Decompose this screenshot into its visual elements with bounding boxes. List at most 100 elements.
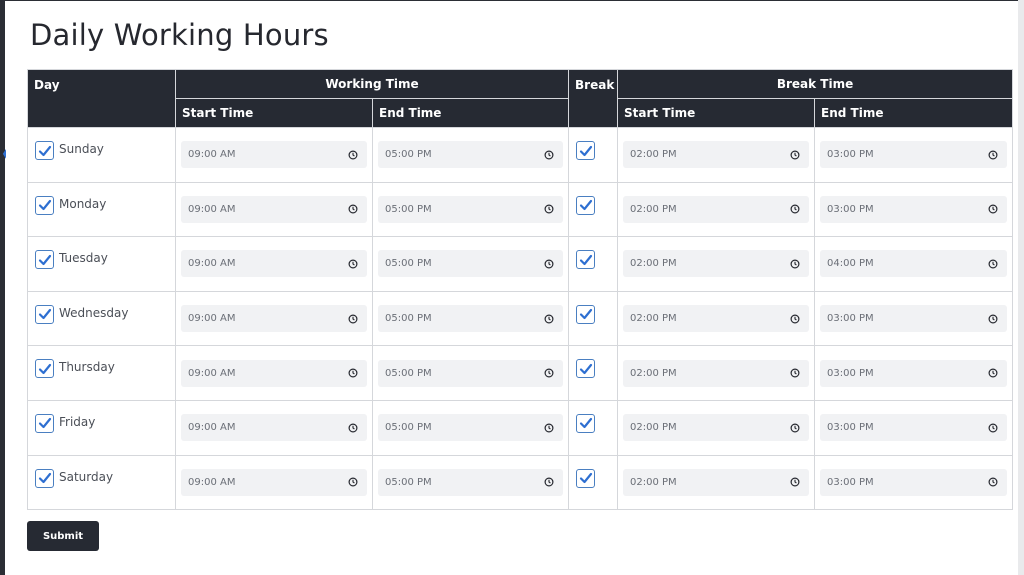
day-enabled-checkbox[interactable] (35, 468, 54, 488)
break-end-time-input[interactable]: 03:00 PM (820, 195, 1008, 223)
working-hours-table: Day Working Time Break Break Time Start … (27, 69, 1014, 511)
start-time-input[interactable]: 09:00 AM (181, 414, 367, 442)
break-checkbox[interactable] (576, 250, 596, 270)
clock-icon (544, 477, 554, 487)
day-enabled-checkbox[interactable] (35, 304, 54, 324)
end-time-input[interactable]: 05:00 PM (378, 468, 564, 496)
end-time-input[interactable]: 05:00 PM (378, 414, 564, 442)
clock-icon (988, 150, 998, 160)
break-end-time-input[interactable]: 03:00 PM (820, 414, 1008, 442)
break-start-time-input[interactable]: 02:00 PM (623, 250, 810, 278)
check-icon (38, 309, 51, 320)
header-start-time: Start Time (175, 98, 373, 128)
day-enabled-checkbox[interactable] (35, 195, 54, 215)
break-start-value: 02:00 PM (630, 476, 677, 488)
break-checkbox[interactable] (576, 195, 596, 215)
break-checkbox[interactable] (576, 141, 596, 160)
break-cell (568, 181, 619, 238)
start-time-value: 09:00 AM (188, 476, 236, 488)
day-cell: Sunday (27, 127, 176, 183)
end-time-input[interactable]: 05:00 PM (378, 141, 564, 169)
clock-icon (348, 368, 358, 378)
check-icon (38, 363, 51, 374)
break-end-cell: 03:00 PM (814, 127, 1014, 183)
start-time-cell: 09:00 AM (175, 236, 373, 292)
break-start-value: 02:00 PM (630, 367, 677, 379)
table-row: Monday 09:00 AM 05:00 PM 02:00 PM 03:00 PM (27, 181, 1014, 238)
break-start-cell: 02:00 PM (617, 454, 816, 511)
break-start-time-input[interactable]: 02:00 PM (623, 195, 810, 223)
break-checkbox[interactable] (576, 304, 596, 324)
day-enabled-checkbox[interactable] (35, 141, 54, 160)
clock-icon (348, 204, 358, 214)
end-time-cell: 05:00 PM (371, 454, 570, 511)
break-end-time-input[interactable]: 03:00 PM (820, 468, 1008, 496)
table-row: Friday 09:00 AM 05:00 PM 02:00 PM 03:00 PM (27, 399, 1014, 456)
break-checkbox[interactable] (576, 359, 596, 379)
break-end-time-input[interactable]: 03:00 PM (820, 359, 1008, 387)
break-cell (568, 399, 619, 456)
break-end-value: 03:00 PM (827, 313, 874, 325)
start-time-value: 09:00 AM (188, 367, 236, 379)
end-time-input[interactable]: 05:00 PM (378, 195, 564, 223)
end-time-cell: 05:00 PM (371, 127, 570, 183)
day-enabled-checkbox[interactable] (35, 250, 54, 270)
break-end-cell: 03:00 PM (814, 454, 1014, 511)
check-icon (38, 472, 51, 484)
clock-icon (988, 204, 998, 214)
break-start-value: 02:00 PM (630, 422, 677, 434)
clock-icon (544, 259, 554, 269)
check-icon (579, 145, 592, 156)
start-time-input[interactable]: 09:00 AM (181, 468, 367, 496)
scrollbar[interactable] (1018, 0, 1024, 575)
break-checkbox[interactable] (576, 468, 596, 488)
day-enabled-checkbox[interactable] (35, 359, 54, 379)
break-end-time-input[interactable]: 03:00 PM (820, 141, 1008, 169)
table-row: Tuesday 09:00 AM 05:00 PM 02:00 PM 04:00 PM (27, 236, 1014, 292)
header-break-time: Break Time (617, 69, 1014, 99)
start-time-value: 09:00 AM (188, 422, 236, 434)
submit-button[interactable]: Submit (27, 521, 99, 551)
check-icon (38, 254, 51, 265)
clock-icon (988, 423, 998, 433)
clock-icon (544, 423, 554, 433)
break-start-time-input[interactable]: 02:00 PM (623, 468, 810, 496)
start-time-input[interactable]: 09:00 AM (181, 305, 367, 333)
end-time-value: 05:00 PM (385, 313, 432, 325)
clock-icon (790, 259, 800, 269)
break-end-value: 03:00 PM (827, 476, 874, 488)
end-time-input[interactable]: 05:00 PM (378, 305, 564, 333)
end-time-value: 05:00 PM (385, 258, 432, 270)
header-day: Day (27, 69, 176, 128)
break-start-time-input[interactable]: 02:00 PM (623, 359, 810, 387)
start-time-cell: 09:00 AM (175, 345, 373, 401)
check-icon (38, 199, 51, 211)
day-label: Tuesday (59, 251, 108, 266)
start-time-input[interactable]: 09:00 AM (181, 250, 367, 278)
end-time-input[interactable]: 05:00 PM (378, 359, 564, 387)
table-row: Thursday 09:00 AM 05:00 PM 02:00 PM 03:00 PM (27, 345, 1014, 401)
break-end-value: 03:00 PM (827, 203, 874, 215)
break-checkbox[interactable] (576, 413, 596, 433)
break-start-time-input[interactable]: 02:00 PM (623, 305, 810, 333)
break-end-time-input[interactable]: 03:00 PM (820, 305, 1008, 333)
start-time-value: 09:00 AM (188, 258, 236, 270)
start-time-input[interactable]: 09:00 AM (181, 195, 367, 223)
clock-icon (348, 314, 358, 324)
break-end-value: 04:00 PM (827, 258, 874, 270)
break-end-time-input[interactable]: 04:00 PM (820, 250, 1008, 278)
break-start-time-input[interactable]: 02:00 PM (623, 414, 810, 442)
clock-icon (790, 423, 800, 433)
end-time-input[interactable]: 05:00 PM (378, 250, 564, 278)
check-icon (38, 418, 51, 429)
day-cell: Tuesday (27, 236, 176, 292)
break-start-time-input[interactable]: 02:00 PM (623, 141, 810, 169)
end-time-cell: 05:00 PM (371, 345, 570, 401)
chevron-left-icon[interactable]: ❮ (0, 141, 6, 165)
start-time-input[interactable]: 09:00 AM (181, 141, 367, 169)
start-time-input[interactable]: 09:00 AM (181, 359, 367, 387)
day-enabled-checkbox[interactable] (35, 413, 54, 433)
clock-icon (988, 314, 998, 324)
break-start-value: 02:00 PM (630, 258, 677, 270)
check-icon (579, 309, 592, 320)
